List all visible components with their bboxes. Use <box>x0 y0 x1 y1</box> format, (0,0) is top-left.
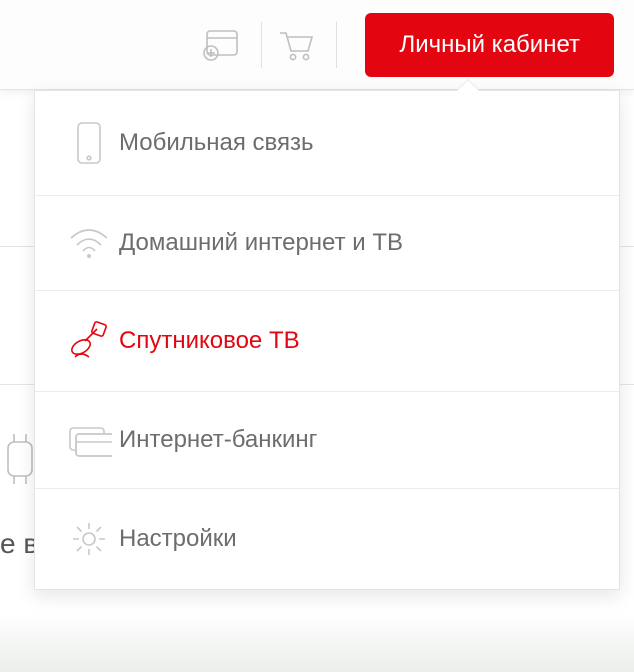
wallet-add-button[interactable] <box>191 15 251 75</box>
login-button-label: Личный кабинет <box>399 31 580 58</box>
wifi-icon <box>59 226 119 260</box>
menu-item-label: Интернет-банкинг <box>119 426 317 454</box>
wallet-add-icon <box>201 27 241 63</box>
menu-item-label: Настройки <box>119 525 237 553</box>
menu-item-internet-banking[interactable]: Интернет-банкинг <box>35 391 619 488</box>
menu-item-home-internet-tv[interactable]: Домашний интернет и ТВ <box>35 195 619 290</box>
menu-item-label: Спутниковое ТВ <box>119 327 300 355</box>
menu-item-label: Домашний интернет и ТВ <box>119 229 403 257</box>
menu-item-settings[interactable]: Настройки <box>35 488 619 589</box>
menu-item-satellite-tv[interactable]: Спутниковое ТВ <box>35 290 619 391</box>
background-partial-text: е в <box>0 528 38 560</box>
topbar: Личный кабинет <box>0 0 634 90</box>
topbar-separator <box>261 22 262 68</box>
account-dropdown: Мобильная связь Домашний интернет и ТВ <box>34 90 620 590</box>
phone-icon <box>59 121 119 165</box>
login-button[interactable]: Личный кабинет <box>365 13 614 77</box>
topbar-separator <box>336 22 337 68</box>
menu-item-label: Мобильная связь <box>119 129 314 157</box>
cart-icon <box>276 27 316 63</box>
background-wash <box>0 612 634 672</box>
cart-button[interactable] <box>266 15 326 75</box>
gear-icon <box>59 519 119 559</box>
card-icon <box>59 422 119 458</box>
satellite-icon <box>59 321 119 361</box>
menu-item-mobile[interactable]: Мобильная связь <box>35 91 619 195</box>
